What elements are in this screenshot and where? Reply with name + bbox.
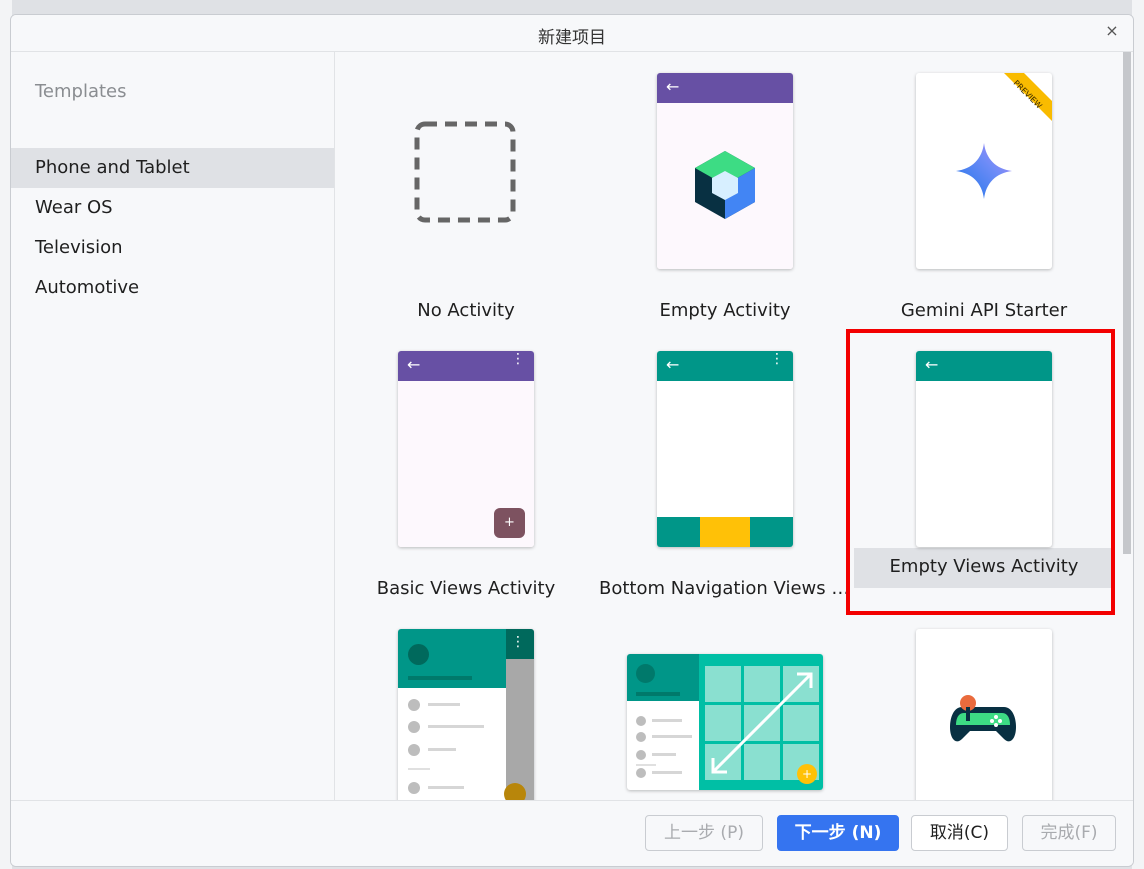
new-project-dialog: 新建项目 × Templates Phone and Tablet Wear O…	[10, 14, 1134, 867]
previous-button[interactable]: 上一步 (P)	[645, 815, 763, 851]
dialog-footer: 上一步 (P) 下一步 (N) 取消(C) 完成(F)	[11, 800, 1133, 866]
cancel-button[interactable]: 取消(C)	[911, 815, 1008, 851]
overflow-menu-icon: ⋮	[770, 351, 784, 367]
responsive-views-preview: +	[627, 654, 823, 790]
template-responsive-views[interactable]: +	[595, 608, 855, 801]
scrollbar-thumb[interactable]	[1123, 52, 1131, 554]
next-button[interactable]: 下一步 (N)	[777, 815, 899, 851]
app-bar: ←	[916, 351, 1052, 381]
dialog-title: 新建项目	[538, 28, 606, 48]
template-label: Empty Views Activity	[889, 556, 1079, 577]
template-gemini-api-starter[interactable]: PREVIEW Gemini API Starter	[854, 52, 1114, 330]
template-game-activity[interactable]	[854, 608, 1114, 801]
back-arrow-icon: ←	[925, 355, 939, 374]
game-activity-preview	[916, 629, 1052, 801]
fab-add-icon: +	[494, 508, 525, 538]
navigation-drawer-preview: ⋮	[398, 629, 534, 801]
template-basic-views-activity[interactable]: ← ⋮ + Basic Views Activity	[336, 330, 596, 608]
sidebar-item-automotive[interactable]: Automotive	[11, 268, 334, 308]
sidebar-item-wear-os[interactable]: Wear OS	[11, 188, 334, 228]
close-icon[interactable]: ×	[1103, 22, 1121, 40]
template-label: Gemini API Starter	[900, 300, 1068, 321]
empty-activity-preview: ←	[657, 73, 793, 269]
drawer-header	[398, 629, 506, 688]
template-no-activity[interactable]: No Activity	[336, 52, 596, 330]
compose-logo-icon	[695, 151, 755, 219]
back-arrow-icon: ←	[666, 77, 680, 96]
back-arrow-icon: ←	[666, 355, 680, 374]
empty-views-preview: ←	[916, 351, 1052, 547]
template-label: No Activity	[417, 300, 515, 321]
overflow-menu-icon: ⋮	[511, 351, 525, 367]
template-bottom-navigation-views-activity[interactable]: ← ⋮ Bottom Navigation Views Act...	[595, 330, 855, 608]
sidebar-item-television[interactable]: Television	[11, 228, 334, 268]
gemini-sparkle-icon	[956, 143, 1012, 199]
sidebar-item-phone-and-tablet[interactable]: Phone and Tablet	[11, 148, 334, 188]
app-bar: ←	[657, 73, 793, 103]
template-navigation-drawer[interactable]: ⋮	[336, 608, 596, 801]
bottom-nav-bar	[657, 517, 793, 547]
game-controller-icon	[950, 695, 1016, 742]
template-grid: No Activity ← Empty Activity PREVIEW Gem…	[336, 52, 1122, 801]
template-empty-activity[interactable]: ← Empty Activity	[595, 52, 855, 330]
template-label: Empty Activity	[659, 300, 791, 321]
overflow-menu-icon: ⋮	[511, 634, 525, 650]
gemini-preview: PREVIEW	[916, 73, 1052, 269]
dialog-titlebar: 新建项目 ×	[11, 15, 1133, 52]
bottom-nav-preview: ← ⋮	[657, 351, 793, 547]
templates-sidebar: Templates Phone and Tablet Wear OS Telev…	[11, 52, 335, 801]
basic-views-preview: ← ⋮ +	[398, 351, 534, 547]
app-bar: ← ⋮	[398, 351, 534, 381]
template-label: Basic Views Activity	[376, 578, 556, 599]
template-empty-views-activity[interactable]: ← Empty Views Activity	[854, 330, 1114, 608]
finish-button[interactable]: 完成(F)	[1022, 815, 1116, 851]
app-bar: ← ⋮	[657, 351, 793, 381]
back-arrow-icon: ←	[407, 355, 421, 374]
preview-ribbon: PREVIEW	[1004, 73, 1052, 121]
template-grid-scrollbar[interactable]	[1121, 52, 1133, 801]
template-label: Bottom Navigation Views Act...	[599, 578, 855, 599]
sidebar-header: Templates	[35, 81, 127, 102]
no-activity-icon	[414, 121, 516, 223]
